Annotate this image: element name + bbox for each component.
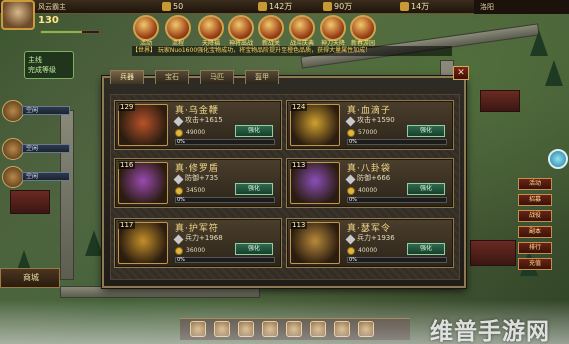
right-menu-button[interactable]: 副本 (518, 226, 552, 238)
coin-icon (175, 247, 183, 255)
shield-icon (173, 174, 184, 185)
enhance-progress-label: 0% (177, 139, 185, 145)
equipment-stat: 防御+735 (185, 174, 219, 182)
coin-icon (347, 247, 355, 255)
coin-icon (347, 129, 355, 137)
globe-icon[interactable] (548, 149, 568, 169)
resource-grain: 142万 (258, 1, 292, 12)
enhance-cost: 36000 (186, 247, 206, 254)
equipment-level: 113 (290, 221, 308, 229)
experience-bar (40, 30, 100, 34)
equipment-stat: 兵力+1968 (185, 234, 223, 242)
troop-icon (173, 234, 184, 245)
general-slot-status: 空闲 (22, 144, 70, 153)
silver-icon (323, 2, 332, 11)
enhance-cost: 34500 (186, 187, 206, 194)
city-wall (60, 110, 74, 280)
enhance-button[interactable]: 强化 (235, 183, 273, 195)
enhance-progress-bar (175, 139, 275, 145)
quest-text: 完成等级 (28, 66, 56, 74)
enhance-cost: 49000 (186, 129, 206, 136)
coin-icon (175, 187, 183, 195)
enhance-button[interactable]: 强化 (407, 125, 445, 137)
resource-map: 14万 (400, 1, 429, 12)
tree (530, 30, 548, 56)
location-label[interactable]: 洛阳 (474, 0, 569, 14)
equipment-level: 124 (290, 103, 308, 111)
equipment-card: 129 真·乌金鞭 攻击+1615 49000 强化 0% (114, 100, 282, 150)
tab-armor[interactable]: 盔甲 (245, 70, 279, 84)
shop-button[interactable]: 商城 (0, 268, 60, 288)
quest-title: 主线 (28, 56, 42, 64)
enhance-button[interactable]: 强化 (407, 183, 445, 195)
map-icon (400, 2, 409, 11)
equipment-stat: 攻击+1590 (357, 116, 395, 124)
equipment-level: 117 (118, 221, 136, 229)
right-menu-button[interactable]: 排行 (518, 242, 552, 254)
general-slot-icon[interactable] (2, 166, 24, 188)
right-menu-button[interactable]: 活动 (518, 178, 552, 190)
equipment-stat: 攻击+1615 (185, 116, 223, 124)
player-avatar[interactable] (1, 0, 35, 30)
tab-weapon[interactable]: 兵器 (110, 70, 144, 84)
tree (85, 230, 103, 256)
enhance-progress-bar (347, 139, 447, 145)
building-roof (10, 190, 50, 214)
building-roof (470, 240, 516, 266)
enhance-progress-bar (347, 197, 447, 203)
shield-icon (345, 174, 356, 185)
equipment-level: 116 (118, 161, 136, 169)
sword-icon (173, 116, 184, 127)
tree (545, 60, 563, 86)
coin-icon (347, 187, 355, 195)
equipment-card: 113 真·八卦袋 防御+666 40000 强化 0% (286, 158, 454, 208)
enhance-button[interactable]: 强化 (235, 125, 273, 137)
equipment-card: 113 真·瑟军令 兵力+1936 40000 强化 0% (286, 218, 454, 268)
general-slot-icon[interactable] (2, 138, 24, 160)
tab-gem[interactable]: 宝石 (155, 70, 189, 84)
equipment-stat: 兵力+1936 (357, 234, 395, 242)
close-button[interactable]: ✕ (453, 66, 469, 80)
equipment-card: 124 真·血滴子 攻击+1590 57000 强化 0% (286, 100, 454, 150)
enhance-progress-label: 0% (349, 139, 357, 145)
quest-tracker[interactable]: 主线 完成等级 (24, 51, 74, 79)
enhance-button[interactable]: 强化 (235, 243, 273, 255)
coin-icon (175, 129, 183, 137)
enhance-progress-bar (175, 257, 275, 263)
troop-icon (345, 234, 356, 245)
enhance-cost: 57000 (358, 129, 378, 136)
sword-icon (345, 116, 356, 127)
enhance-progress-label: 0% (349, 257, 357, 263)
enhance-progress-bar (175, 197, 275, 203)
right-menu-button[interactable]: 战役 (518, 210, 552, 222)
tab-horse[interactable]: 马匹 (200, 70, 234, 84)
player-name: 风云霸主 (38, 3, 66, 11)
enhance-progress-label: 0% (177, 197, 185, 203)
equipment-level: 129 (118, 103, 136, 111)
enhance-button[interactable]: 强化 (407, 243, 445, 255)
right-menu-button[interactable]: 招募 (518, 194, 552, 206)
equipment-card: 117 真·护军符 兵力+1968 36000 强化 0% (114, 218, 282, 268)
resource-silver: 90万 (323, 1, 352, 12)
general-slot-status: 空闲 (22, 172, 70, 181)
equipment-card: 116 真·修罗盾 防御+735 34500 强化 0% (114, 158, 282, 208)
general-slot-status: 空闲 (22, 106, 70, 115)
enhance-cost: 40000 (358, 187, 378, 194)
general-slot-icon[interactable] (2, 100, 24, 122)
enhance-progress-label: 0% (177, 257, 185, 263)
world-chat-ticker: 【世界】 玩家Nuo1600强化宝物成功，将宝物品阶提升至橙色品质，获得大量属性… (132, 46, 452, 56)
equipment-level: 113 (290, 161, 308, 169)
right-menu-button[interactable]: 充值 (518, 258, 552, 270)
resource-gold: 50 (162, 1, 183, 12)
player-level: 130 (38, 15, 59, 26)
equipment-stat: 防御+666 (357, 174, 391, 182)
building-roof (480, 90, 520, 112)
enhance-cost: 40000 (358, 247, 378, 254)
grain-icon (258, 2, 267, 11)
enhance-progress-bar (347, 257, 447, 263)
watermark: 维普手游网 (430, 319, 550, 344)
gold-icon (162, 2, 171, 11)
enhance-progress-label: 0% (349, 197, 357, 203)
